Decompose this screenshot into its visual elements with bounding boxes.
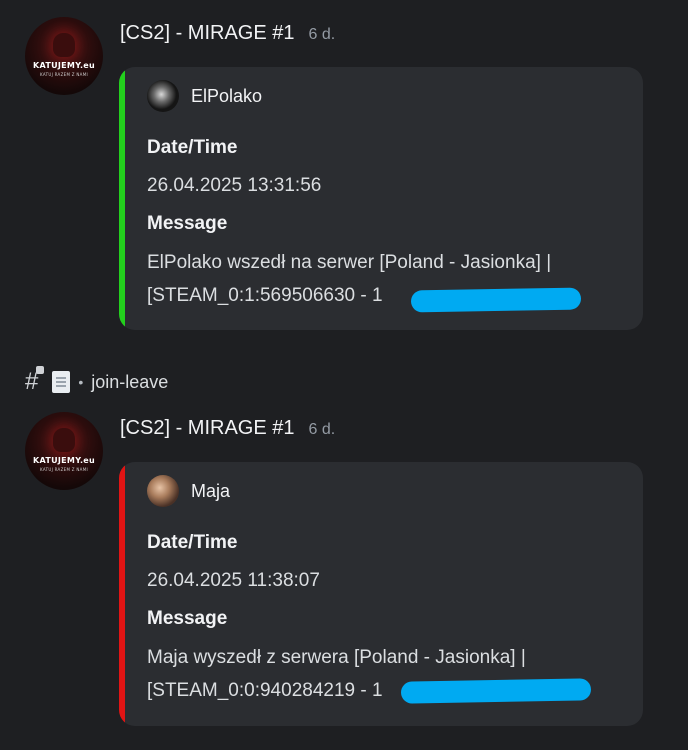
field-value-datetime: 26.04.2025 11:38:07 (147, 570, 320, 591)
message-author[interactable]: [CS2] - MIRAGE #1 (120, 417, 295, 440)
user-avatar-icon[interactable] (147, 475, 179, 507)
embed-color-bar (119, 462, 125, 726)
embed-author-name: Maja (191, 480, 231, 501)
hash-lock-icon: # (25, 366, 45, 396)
message-timestamp: 6 d. (308, 26, 336, 43)
embed-author: Maja (147, 475, 230, 507)
embed-card: ElPolako Date/Time 26.04.2025 13:31:56 M… (119, 67, 643, 330)
avatar-logo-subtext: KATUJ RAZEM Z NAMI (40, 467, 88, 472)
message-author[interactable]: [CS2] - MIRAGE #1 (120, 22, 295, 45)
embed-card: Maja Date/Time 26.04.2025 11:38:07 Messa… (119, 462, 643, 726)
skull-logo-icon (53, 33, 75, 57)
embed-author: ElPolako (147, 80, 262, 112)
channel-divider[interactable]: # • join-leave (25, 366, 169, 396)
skull-logo-icon (53, 428, 75, 452)
field-value-datetime: 26.04.2025 13:31:56 (147, 175, 322, 196)
chat-view: KATUJEMY.eu KATUJ RAZEM Z NAMI [CS2] - M… (0, 0, 688, 750)
message-header: [CS2] - MIRAGE #1 6 d. (120, 22, 335, 45)
embed-color-bar (119, 67, 125, 330)
avatar-logo-text: KATUJEMY.eu (32, 456, 96, 465)
field-name-message: Message (147, 213, 228, 234)
field-name-datetime: Date/Time (147, 532, 238, 553)
embed-author-name: ElPolako (191, 85, 263, 106)
server-avatar[interactable]: KATUJEMY.eu KATUJ RAZEM Z NAMI (25, 17, 103, 95)
redaction-mark (400, 678, 592, 704)
redaction-mark (410, 287, 582, 313)
user-avatar-icon[interactable] (147, 80, 179, 112)
page-icon (52, 371, 71, 393)
channel-name: join-leave (91, 371, 169, 392)
message-line-1: ElPolako wszedł na serwer [Poland - Jasi… (147, 252, 552, 273)
message-header: [CS2] - MIRAGE #1 6 d. (120, 417, 335, 440)
message-timestamp: 6 d. (308, 421, 336, 438)
bullet-separator-icon: • (78, 374, 84, 390)
message-line-1: Maja wyszedł z serwera [Poland - Jasionk… (147, 647, 526, 668)
field-name-message: Message (147, 608, 228, 629)
avatar-logo-subtext: KATUJ RAZEM Z NAMI (40, 72, 88, 77)
server-avatar[interactable]: KATUJEMY.eu KATUJ RAZEM Z NAMI (25, 412, 103, 490)
field-name-datetime: Date/Time (147, 137, 238, 158)
avatar-logo-text: KATUJEMY.eu (32, 61, 96, 70)
